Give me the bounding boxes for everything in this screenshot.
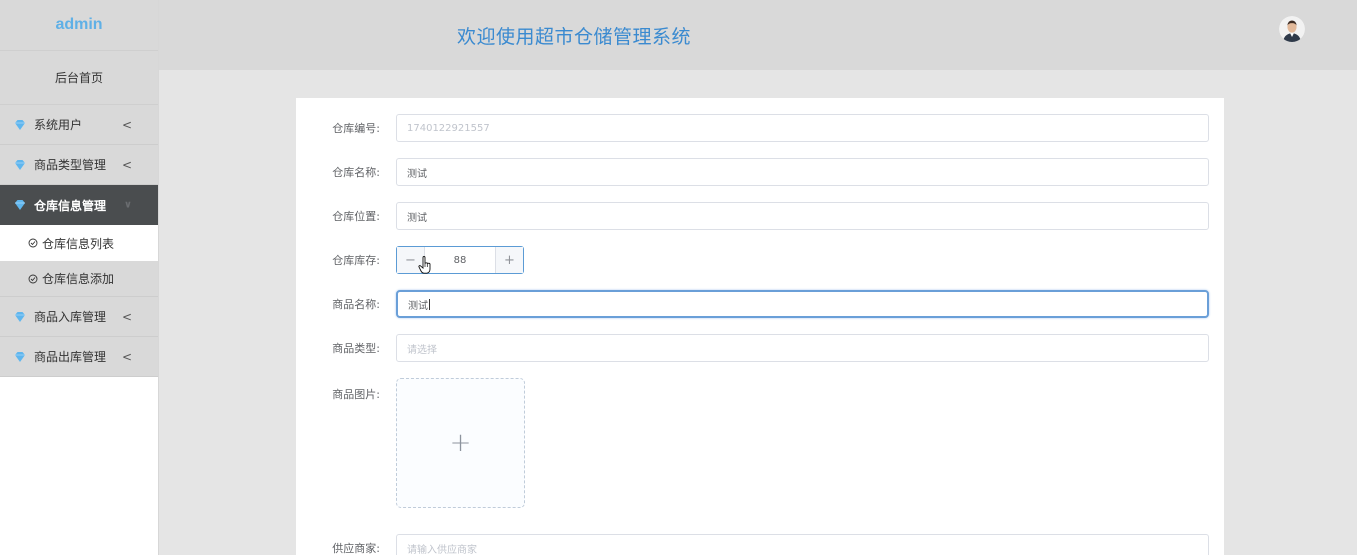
sidebar-item-label: 商品出库管理 xyxy=(34,350,107,364)
text-caret xyxy=(429,298,430,310)
brand: admin xyxy=(0,0,158,51)
sidebar: admin 后台首页 系统用户 < 商品类型管理 < 仓库信息管理 ∨ 仓库信息… xyxy=(0,0,159,555)
sidebar-subitem-label: 仓库信息添加 xyxy=(42,272,115,286)
form-row-warehouse-no: 仓库编号: 1740122921557 xyxy=(296,114,1224,142)
sidebar-item-system-users[interactable]: 系统用户 < xyxy=(0,105,158,145)
chevron-left-icon: < xyxy=(121,157,132,172)
form-row-product-name: 商品名称: 测试 xyxy=(296,290,1224,318)
page-title: 欢迎使用超市仓储管理系统 xyxy=(457,26,692,48)
brand-title: admin xyxy=(55,16,103,33)
form-row-warehouse-name: 仓库名称: 测试 xyxy=(296,158,1224,186)
stock-value[interactable]: 88 xyxy=(425,247,495,273)
form-card: 仓库编号: 1740122921557 仓库名称: 测试 仓库位置: 测试 仓库… xyxy=(296,98,1224,555)
form-label: 仓库名称: xyxy=(332,166,380,179)
form-label: 商品图片: xyxy=(332,388,380,401)
sidebar-item-stock-in[interactable]: 商品入库管理 < xyxy=(0,297,158,337)
chevron-left-icon: < xyxy=(121,117,132,132)
form-label: 商品类型: xyxy=(332,342,380,355)
chevron-left-icon: < xyxy=(121,349,132,364)
user-avatar[interactable] xyxy=(1279,16,1305,42)
form-row-warehouse-stock: 仓库库存: − 88 + xyxy=(296,246,1224,274)
diamond-icon xyxy=(14,351,26,362)
sidebar-item-label: 系统用户 xyxy=(34,118,83,132)
image-upload-button[interactable]: + xyxy=(396,378,525,508)
form-label: 供应商家: xyxy=(332,542,380,555)
product-name-field[interactable]: 测试 xyxy=(396,290,1209,318)
product-type-select[interactable]: 请选择 xyxy=(396,334,1209,362)
sidebar-subitem-warehouse-list[interactable]: 仓库信息列表 xyxy=(0,225,158,261)
warehouse-stock-stepper[interactable]: − 88 + xyxy=(396,246,524,274)
sidebar-item-stock-out[interactable]: 商品出库管理 < xyxy=(0,337,158,377)
sidebar-item-product-types[interactable]: 商品类型管理 < xyxy=(0,145,158,185)
warehouse-location-field[interactable]: 测试 xyxy=(396,202,1209,230)
warehouse-no-field[interactable]: 1740122921557 xyxy=(396,114,1209,142)
sidebar-subitem-label: 仓库信息列表 xyxy=(42,236,115,251)
clock-icon xyxy=(28,238,38,248)
increment-button[interactable]: + xyxy=(495,247,523,273)
sidebar-subitem-warehouse-add[interactable]: 仓库信息添加 xyxy=(0,261,158,297)
clock-icon xyxy=(28,274,38,284)
form-row-warehouse-location: 仓库位置: 测试 xyxy=(296,202,1224,230)
form-label: 仓库编号: xyxy=(332,122,380,135)
chevron-left-icon: < xyxy=(121,309,132,324)
plus-icon: + xyxy=(449,428,472,458)
chevron-down-icon: ∨ xyxy=(123,199,132,211)
sidebar-item-label: 商品入库管理 xyxy=(34,310,107,324)
form-label: 商品名称: xyxy=(332,298,380,311)
diamond-icon xyxy=(14,159,26,170)
header: 欢迎使用超市仓储管理系统 xyxy=(159,0,1357,70)
form-row-product-type: 商品类型: 请选择 xyxy=(296,334,1224,362)
diamond-icon xyxy=(14,119,26,130)
form-label: 仓库库存: xyxy=(332,254,380,267)
sidebar-item-label: 仓库信息管理 xyxy=(34,198,107,213)
supplier-field[interactable]: 请输入供应商家 xyxy=(396,534,1209,555)
sidebar-item-warehouse-info[interactable]: 仓库信息管理 ∨ xyxy=(0,185,158,225)
sidebar-item-label: 商品类型管理 xyxy=(34,158,107,172)
warehouse-name-field[interactable]: 测试 xyxy=(396,158,1209,186)
sidebar-item-home[interactable]: 后台首页 xyxy=(0,51,158,105)
form-label: 仓库位置: xyxy=(332,210,380,223)
hand-pointer-icon xyxy=(418,256,432,274)
diamond-icon xyxy=(14,311,26,322)
form-row-supplier: 供应商家: 请输入供应商家 xyxy=(296,534,1224,555)
product-name-value: 测试 xyxy=(408,300,428,312)
diamond-icon xyxy=(14,200,26,210)
